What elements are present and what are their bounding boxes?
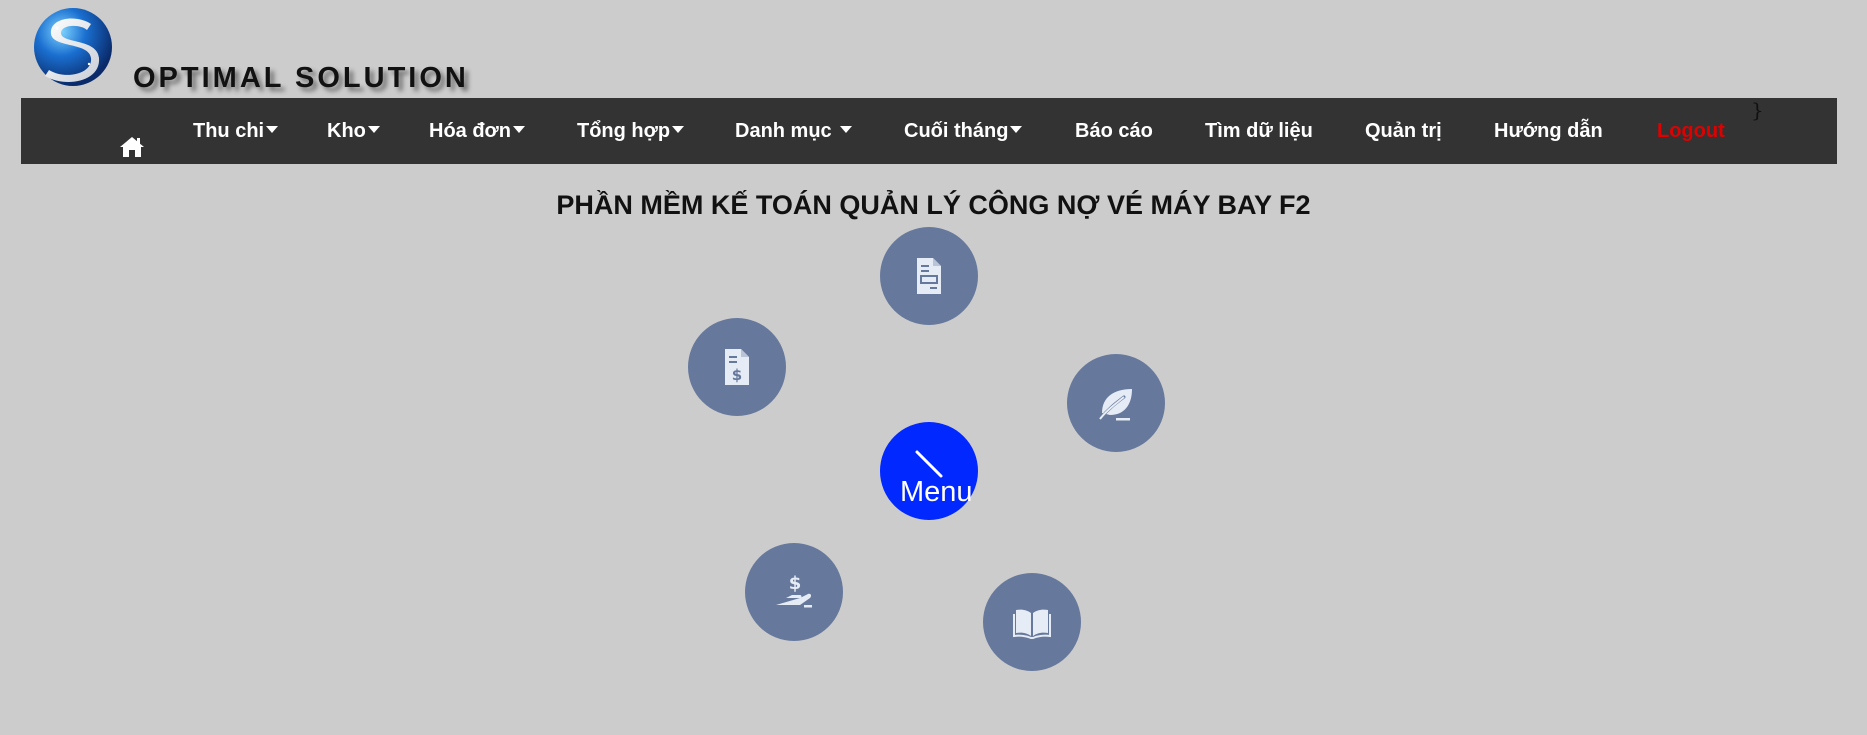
nav-cuoi-thang-label: Cuối tháng — [904, 120, 1009, 142]
home-icon[interactable] — [119, 119, 145, 185]
nav-bao-cao[interactable]: Báo cáo — [1075, 98, 1153, 164]
chevron-down-icon — [266, 126, 279, 134]
brand-name: OPTIMAL SOLUTION — [133, 62, 469, 94]
leaf-icon — [1098, 389, 1132, 421]
nav-tim-du-lieu-label: Tìm dữ liệu — [1205, 120, 1313, 142]
svg-text:$: $ — [732, 366, 742, 384]
chevron-down-icon — [513, 126, 525, 134]
nav-huong-dan-label: Hướng dẫn — [1494, 120, 1603, 142]
nav-tong-hop-label: Tổng hợp — [577, 120, 671, 142]
hand-money-icon: $ — [776, 573, 812, 608]
svg-text:$: $ — [789, 573, 802, 594]
radial-item-invoice[interactable] — [880, 227, 978, 325]
nav-kho[interactable]: Kho — [327, 98, 380, 164]
radial-item-open-book[interactable] — [983, 573, 1081, 671]
nav-thu-chi-label: Thu chi — [193, 120, 265, 142]
logout-label: Logout — [1657, 120, 1725, 142]
page-title: PHẦN MỀM KẾ TOÁN QUẢN LÝ CÔNG NỢ VÉ MÁY … — [556, 190, 1311, 220]
chevron-down-icon — [367, 126, 380, 134]
chevron-down-icon — [672, 126, 685, 134]
nav-huong-dan[interactable]: Hướng dẫn — [1494, 98, 1603, 164]
main-navbar: Thu chi Kho Hóa đơn Tổng hợp Danh mục Cu… — [21, 98, 1837, 164]
stray-brace-text: } — [1751, 98, 1764, 122]
logout-link[interactable]: Logout — [1657, 98, 1725, 164]
nav-quan-tri[interactable]: Quản trị — [1365, 98, 1442, 164]
chevron-down-icon — [839, 126, 852, 134]
company-logo — [31, 6, 115, 88]
dollar-document-icon: $ — [725, 349, 749, 385]
nav-kho-label: Kho — [327, 120, 366, 142]
nav-cuoi-thang[interactable]: Cuối tháng — [904, 98, 1023, 164]
nav-tong-hop[interactable]: Tổng hợp — [577, 98, 685, 164]
nav-danh-muc[interactable]: Danh mục — [735, 98, 852, 164]
nav-tim-du-lieu[interactable]: Tìm dữ liệu — [1205, 98, 1313, 164]
menu-label: Menu — [900, 476, 973, 508]
close-menu-icon — [915, 450, 943, 478]
invoice-document-icon — [917, 258, 941, 294]
nav-bao-cao-label: Báo cáo — [1075, 120, 1153, 142]
radial-item-dollar-document[interactable]: $ — [688, 318, 786, 416]
nav-thu-chi[interactable]: Thu chi — [193, 98, 279, 164]
nav-quan-tri-label: Quản trị — [1365, 120, 1442, 142]
nav-hoa-don[interactable]: Hóa đơn — [429, 98, 525, 164]
radial-menu-toggle-button[interactable]: Menu — [880, 422, 978, 520]
radial-item-hand-money[interactable]: $ — [745, 543, 843, 641]
nav-danh-muc-label: Danh mục — [735, 120, 832, 142]
open-book-icon — [1013, 609, 1051, 639]
nav-hoa-don-label: Hóa đơn — [429, 120, 511, 142]
chevron-down-icon — [1010, 126, 1023, 134]
radial-item-leaf[interactable] — [1067, 354, 1165, 452]
